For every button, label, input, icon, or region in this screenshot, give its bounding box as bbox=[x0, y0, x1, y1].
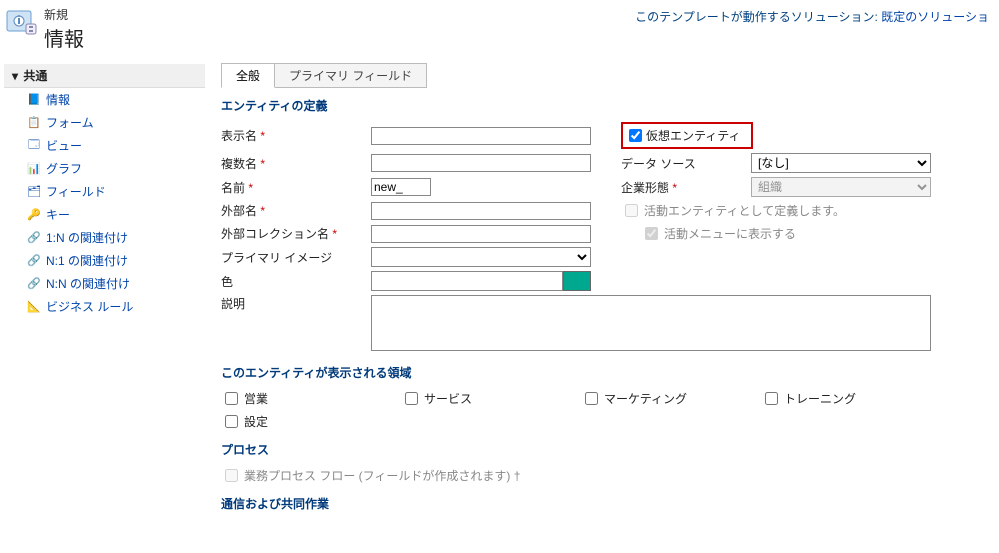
label-external-name: 外部名 bbox=[221, 202, 371, 219]
main-pane: 全般 プライマリ フィールド エンティティの定義 表示名 仮想エンティティ 複数… bbox=[205, 60, 999, 553]
checkbox-area-service[interactable] bbox=[405, 392, 418, 405]
input-external-collection[interactable] bbox=[371, 225, 591, 243]
checkbox-area-training[interactable] bbox=[765, 392, 778, 405]
nav-rel-n1[interactable]: 🔗N:1 の関連付け bbox=[4, 249, 205, 272]
input-name[interactable] bbox=[371, 178, 431, 196]
left-nav: ▾ 共通 📘情報 📋フォーム 🗔ビュー 📊グラフ 🗂フィールド 🔑キー 🔗1:N… bbox=[0, 60, 205, 553]
checkbox-show-in-activity-menu bbox=[645, 227, 658, 240]
process-bpf: 業務プロセス フロー (フィールドが作成されます) † bbox=[221, 466, 999, 485]
area-settings[interactable]: 設定 bbox=[221, 412, 401, 431]
nav-views[interactable]: 🗔ビュー bbox=[4, 134, 205, 157]
nav-group-common[interactable]: ▾ 共通 bbox=[4, 64, 205, 88]
color-swatch[interactable] bbox=[563, 271, 591, 291]
nav-business-rules[interactable]: 📐ビジネス ルール bbox=[4, 295, 205, 318]
label-external-collection: 外部コレクション名 bbox=[221, 225, 371, 242]
nav-forms[interactable]: 📋フォーム bbox=[4, 111, 205, 134]
area-service[interactable]: サービス bbox=[401, 389, 581, 408]
label-define-as-activity: 活動エンティティとして定義します。 bbox=[644, 202, 845, 219]
info-icon: 📘 bbox=[26, 92, 42, 108]
nav-info[interactable]: 📘情報 bbox=[4, 88, 205, 111]
label-description: 説明 bbox=[221, 295, 371, 312]
tab-primary-field[interactable]: プライマリ フィールド bbox=[275, 63, 427, 88]
section-process: プロセス bbox=[221, 441, 999, 458]
textarea-description[interactable] bbox=[371, 295, 931, 351]
nav-charts[interactable]: 📊グラフ bbox=[4, 157, 205, 180]
input-display-name[interactable] bbox=[371, 127, 591, 145]
input-color[interactable] bbox=[371, 271, 563, 291]
select-primary-image[interactable] bbox=[371, 247, 591, 267]
key-icon: 🔑 bbox=[26, 207, 42, 223]
relation-n1-icon: 🔗 bbox=[26, 253, 42, 269]
section-entity-definition: エンティティの定義 bbox=[221, 97, 999, 114]
nav-rel-nn[interactable]: 🔗N:N の関連付け bbox=[4, 272, 205, 295]
area-marketing[interactable]: マーケティング bbox=[581, 389, 761, 408]
form-icon: 📋 bbox=[26, 115, 42, 131]
virtual-entity-highlight: 仮想エンティティ bbox=[621, 122, 753, 149]
collapse-icon: ▾ bbox=[10, 69, 20, 83]
select-ownership: 組織 bbox=[751, 177, 931, 197]
section-communication: 通信および共同作業 bbox=[221, 495, 999, 512]
page-header: 新規 情報 このテンプレートが動作するソリューション: 既定のソリューショ bbox=[0, 0, 999, 60]
tab-general[interactable]: 全般 bbox=[221, 63, 275, 88]
relation-1n-icon: 🔗 bbox=[26, 230, 42, 246]
view-icon: 🗔 bbox=[26, 138, 42, 154]
label-data-source: データ ソース bbox=[621, 155, 751, 172]
solution-link[interactable]: 既定のソリューショ bbox=[881, 10, 989, 24]
input-plural-name[interactable] bbox=[371, 154, 591, 172]
input-external-name[interactable] bbox=[371, 202, 591, 220]
label-show-in-activity-menu: 活動メニューに表示する bbox=[664, 225, 796, 242]
checkbox-bpf bbox=[225, 469, 238, 482]
nav-fields[interactable]: 🗂フィールド bbox=[4, 180, 205, 203]
label-virtual-entity: 仮想エンティティ bbox=[646, 127, 741, 144]
select-data-source[interactable]: [なし] bbox=[751, 153, 931, 173]
rule-icon: 📐 bbox=[26, 299, 42, 315]
chart-icon: 📊 bbox=[26, 161, 42, 177]
checkbox-area-settings[interactable] bbox=[225, 415, 238, 428]
label-name: 名前 bbox=[221, 179, 371, 196]
checkbox-define-as-activity bbox=[625, 204, 638, 217]
section-areas: このエンティティが表示される領域 bbox=[221, 364, 999, 381]
checkbox-area-sales[interactable] bbox=[225, 392, 238, 405]
entity-info-icon bbox=[6, 6, 38, 38]
checkbox-area-marketing[interactable] bbox=[585, 392, 598, 405]
area-sales[interactable]: 営業 bbox=[221, 389, 401, 408]
solution-context: このテンプレートが動作するソリューション: 既定のソリューショ bbox=[635, 6, 989, 25]
header-kicker: 新規 bbox=[44, 6, 84, 23]
label-bpf: 業務プロセス フロー (フィールドが作成されます) † bbox=[244, 467, 520, 484]
nav-rel-1n[interactable]: 🔗1:N の関連付け bbox=[4, 226, 205, 249]
checkbox-virtual-entity[interactable] bbox=[629, 129, 642, 142]
label-plural-name: 複数名 bbox=[221, 155, 371, 172]
label-color: 色 bbox=[221, 273, 371, 290]
label-ownership: 企業形態 bbox=[621, 179, 751, 196]
area-training[interactable]: トレーニング bbox=[761, 389, 941, 408]
label-display-name: 表示名 bbox=[221, 127, 371, 144]
label-primary-image: プライマリ イメージ bbox=[221, 249, 371, 266]
field-icon: 🗂 bbox=[26, 184, 42, 200]
relation-nn-icon: 🔗 bbox=[26, 276, 42, 292]
tabs: 全般 プライマリ フィールド bbox=[221, 62, 999, 87]
page-title: 情報 bbox=[44, 23, 84, 52]
nav-keys[interactable]: 🔑キー bbox=[4, 203, 205, 226]
